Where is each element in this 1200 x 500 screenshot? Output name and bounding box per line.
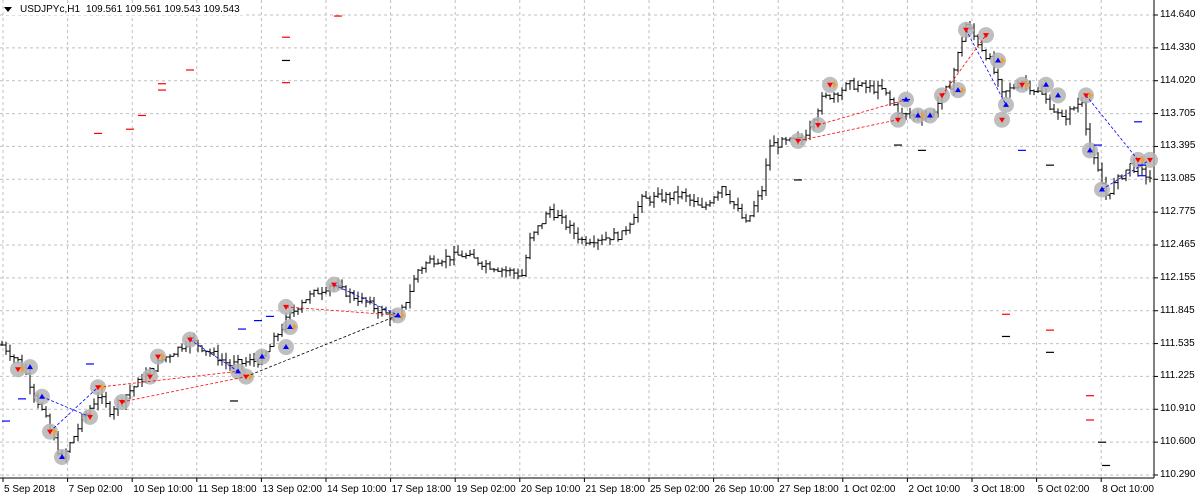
x-tick-label: 11 Sep 18:00 [197, 484, 257, 495]
x-tick-label: 27 Sep 18:00 [779, 484, 839, 495]
quote-low: 109.543 [164, 4, 201, 15]
x-tick-label: 26 Sep 10:00 [714, 484, 775, 495]
y-tick-label: 111.845 [1160, 304, 1195, 316]
x-tick-label: 5 Sep 2018 [4, 484, 56, 495]
x-tick-label: 3 Oct 18:00 [973, 484, 1025, 495]
y-tick-label: 114.330 [1160, 41, 1196, 53]
signal-link-line [121, 376, 247, 403]
quote-open: 109.561 [86, 4, 123, 15]
x-tick-label: 13 Sep 02:00 [262, 484, 322, 495]
y-tick-label: 114.640 [1160, 9, 1196, 20]
y-tick-label: 112.465 [1160, 239, 1196, 250]
y-tick-label: 111.535 [1160, 337, 1195, 349]
x-tick-label: 7 Sep 02:00 [68, 484, 123, 495]
chart-header: USDJPYc,H1 109.561 109.561 109.543 109.5… [4, 4, 243, 15]
x-tick-label: 1 Oct 02:00 [843, 484, 896, 495]
x-tick-label: 19 Sep 02:00 [456, 484, 516, 495]
y-tick-label: 113.705 [1160, 107, 1196, 119]
quote-high: 109.561 [125, 4, 162, 15]
y-tick-label: 112.775 [1160, 206, 1196, 218]
y-tick-label: 113.085 [1160, 173, 1196, 185]
x-tick-label: 17 Sep 18:00 [391, 484, 452, 495]
price-chart[interactable] [0, 0, 1200, 500]
x-tick-label: 8 Oct 10:00 [1102, 484, 1154, 495]
symbol-timeframe: USDJPYc,H1 [20, 4, 81, 15]
x-tick-label: 20 Sep 10:00 [520, 484, 581, 495]
x-tick-label: 10 Sep 10:00 [133, 484, 193, 495]
x-tick-label: 25 Sep 02:00 [650, 484, 710, 495]
x-tick-label: 21 Sep 18:00 [585, 484, 645, 495]
x-tick-label: 14 Sep 10:00 [327, 484, 387, 495]
y-tick-label: 110.290 [1160, 469, 1196, 480]
y-tick-label: 114.020 [1160, 74, 1196, 86]
dropdown-triangle-icon[interactable] [4, 7, 12, 12]
y-tick-label: 111.225 [1160, 370, 1195, 382]
y-tick-label: 112.155 [1160, 271, 1196, 283]
x-tick-label: 2 Oct 10:00 [908, 484, 961, 495]
signal-link-line [97, 370, 239, 388]
y-tick-label: 110.600 [1160, 436, 1196, 448]
y-tick-label: 113.395 [1160, 140, 1196, 152]
signal-link-line [245, 314, 399, 378]
quote-close: 109.543 [203, 4, 240, 15]
x-tick-label: 5 Oct 02:00 [1037, 484, 1090, 495]
y-tick-label: 110.910 [1160, 403, 1196, 415]
